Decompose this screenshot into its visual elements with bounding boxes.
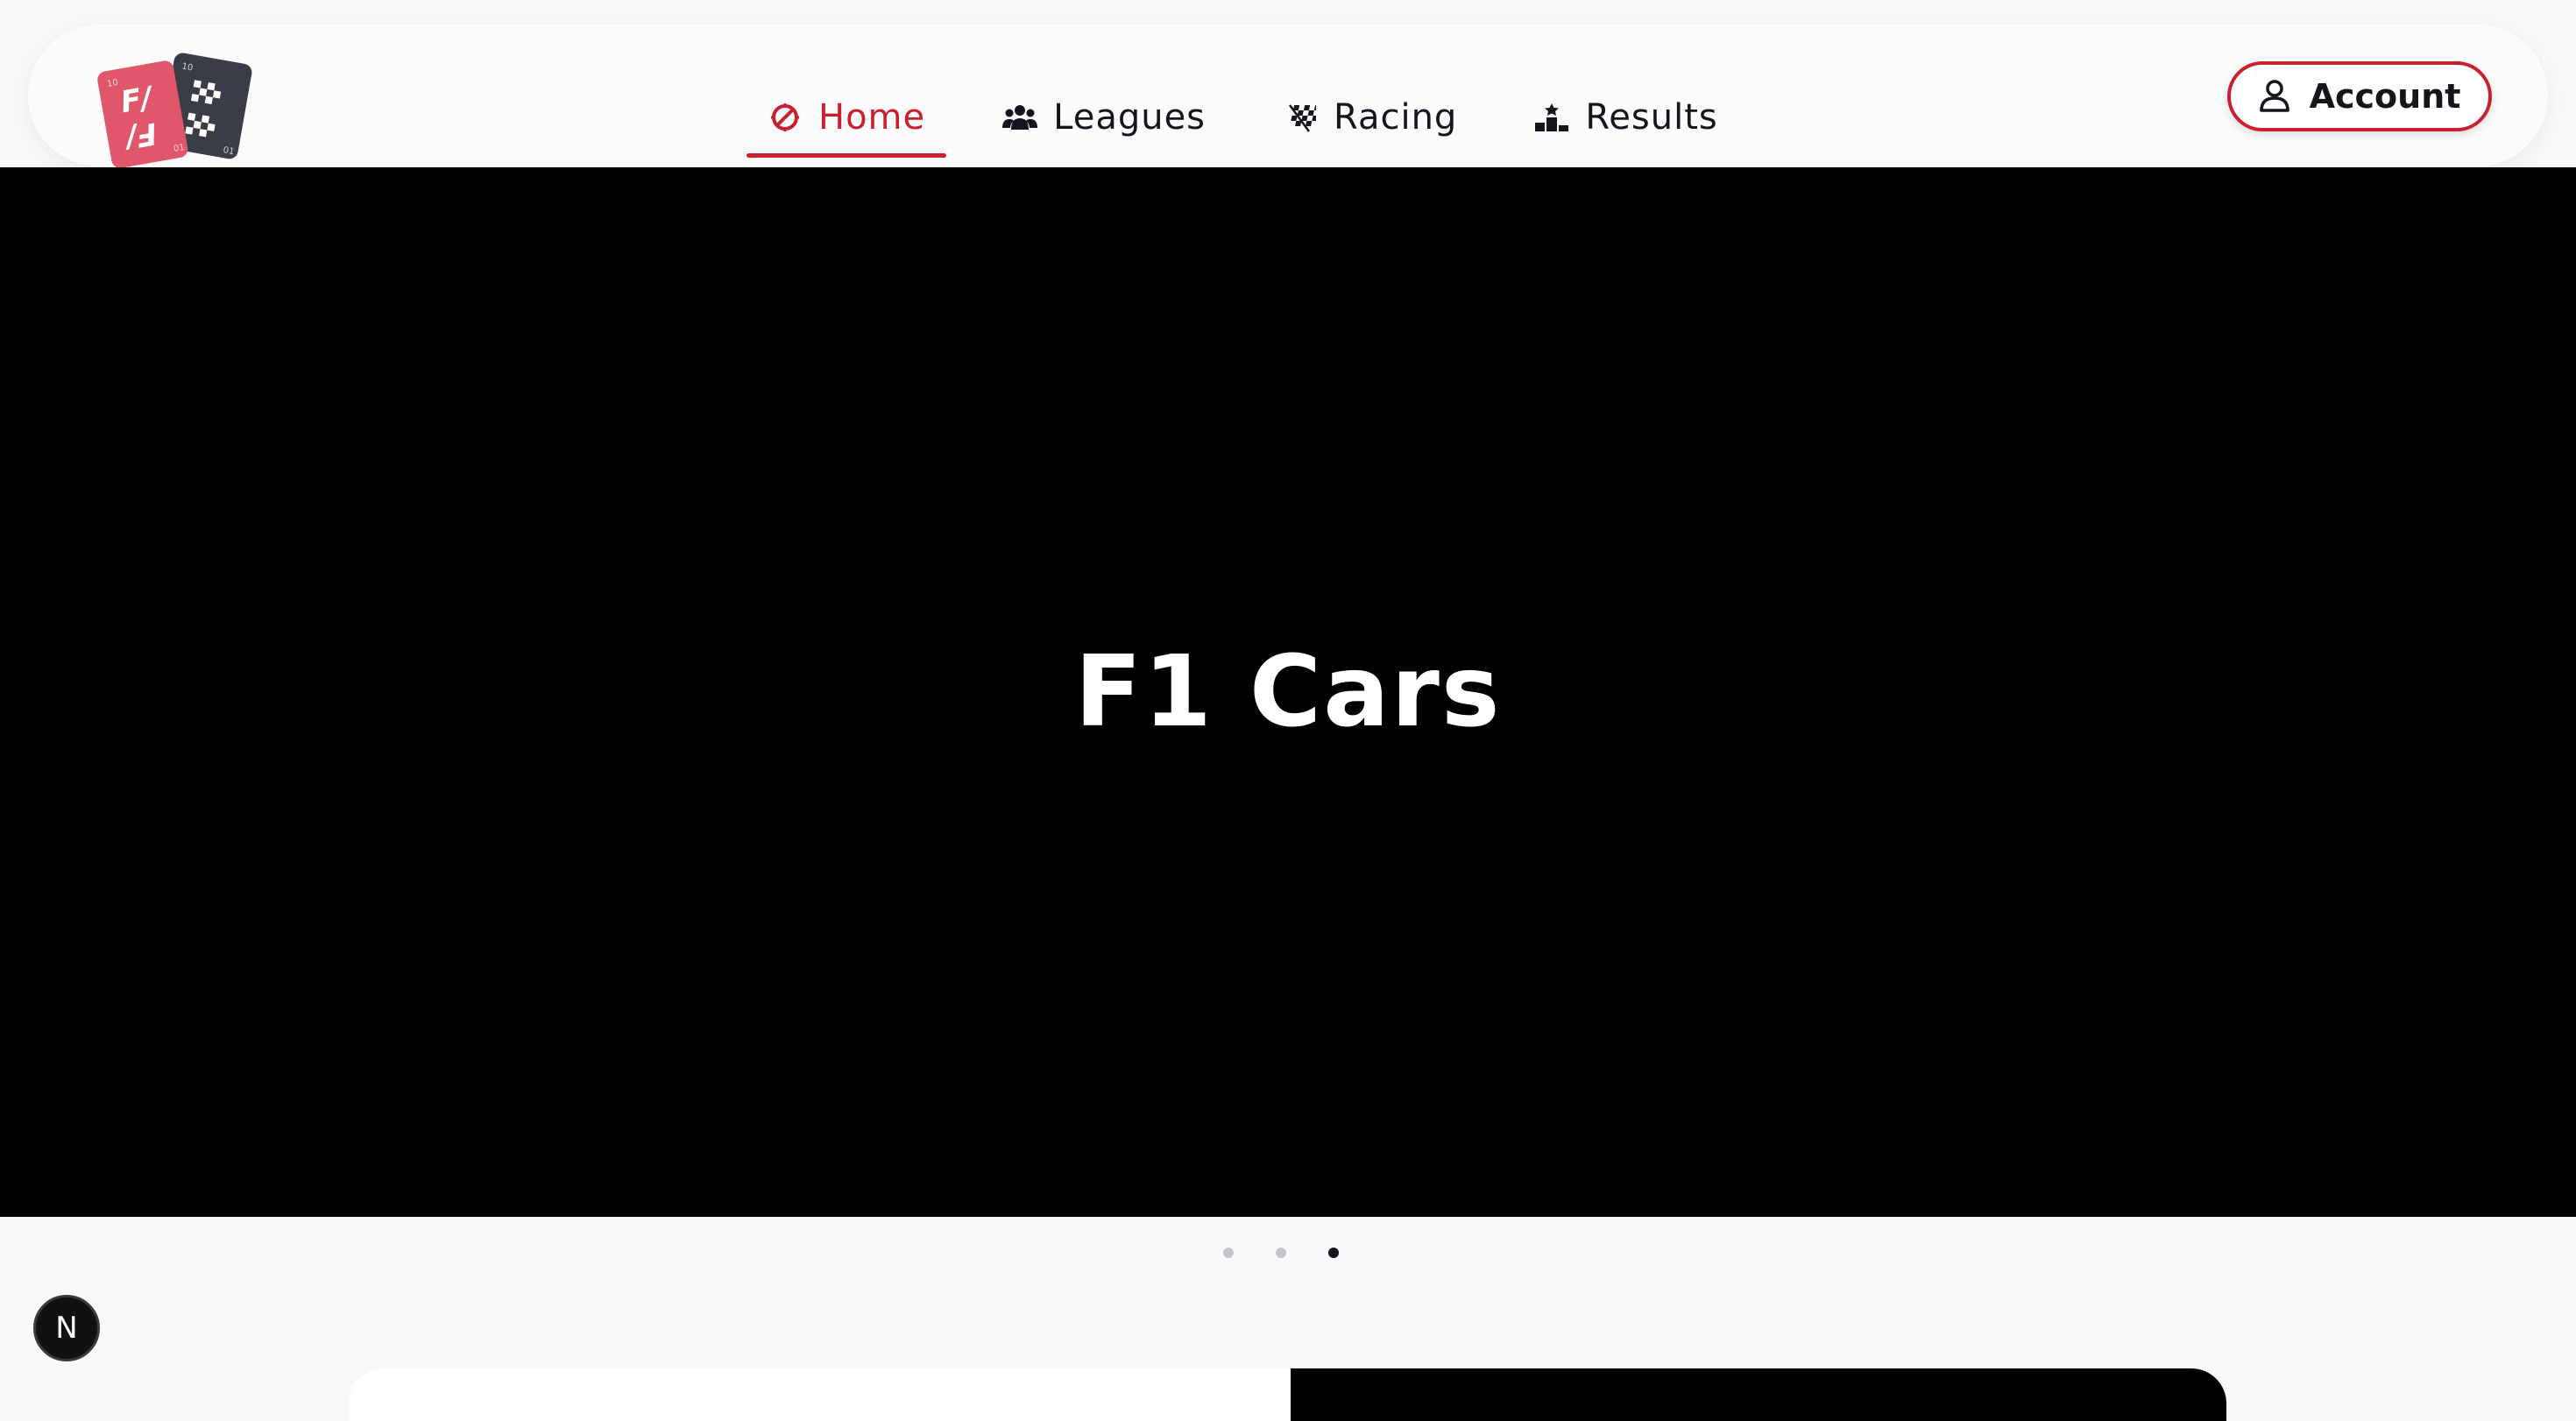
account-label: Account (2309, 77, 2461, 116)
accent-gradient-bar (349, 1368, 1291, 1375)
hero-title: F1 Cars (1074, 635, 1502, 749)
nav-home[interactable]: Home (747, 77, 947, 158)
top-navbar: 10 01 10 01 F/ F/ Home Leagues Racing Re… (28, 25, 2548, 168)
carousel-dots (1223, 1248, 1339, 1258)
nextjs-badge-label: N (55, 1311, 78, 1346)
podium-icon (1534, 100, 1569, 135)
compass-icon (768, 100, 803, 135)
svg-text:01: 01 (223, 145, 235, 157)
users-icon (1002, 100, 1038, 135)
checkered-flag-icon (1283, 100, 1318, 135)
section-card-left (349, 1368, 1291, 1421)
svg-text:10: 10 (181, 62, 194, 74)
user-icon (2259, 79, 2294, 114)
nav-home-label: Home (818, 97, 926, 138)
nav-leagues[interactable]: Leagues (981, 77, 1227, 158)
section-card-right (1291, 1368, 2226, 1421)
hero-carousel[interactable]: F1 Cars (0, 167, 2576, 1217)
nav-results-label: Results (1585, 97, 1718, 138)
svg-text:10: 10 (106, 78, 118, 89)
carousel-dot-1[interactable] (1223, 1248, 1234, 1258)
carousel-dot-3[interactable] (1328, 1248, 1339, 1258)
main-nav: Home Leagues Racing Results (747, 77, 1774, 158)
nav-racing-label: Racing (1334, 97, 1458, 138)
carousel-dot-2[interactable] (1276, 1248, 1286, 1258)
account-button[interactable]: Account (2227, 61, 2492, 131)
nav-leagues-label: Leagues (1053, 97, 1207, 138)
app-logo[interactable]: 10 01 10 01 F/ F/ (84, 40, 259, 172)
svg-text:01: 01 (173, 143, 185, 154)
nav-results[interactable]: Results (1513, 77, 1738, 158)
nextjs-dev-badge[interactable]: N (33, 1295, 100, 1361)
nav-racing[interactable]: Racing (1262, 77, 1478, 158)
